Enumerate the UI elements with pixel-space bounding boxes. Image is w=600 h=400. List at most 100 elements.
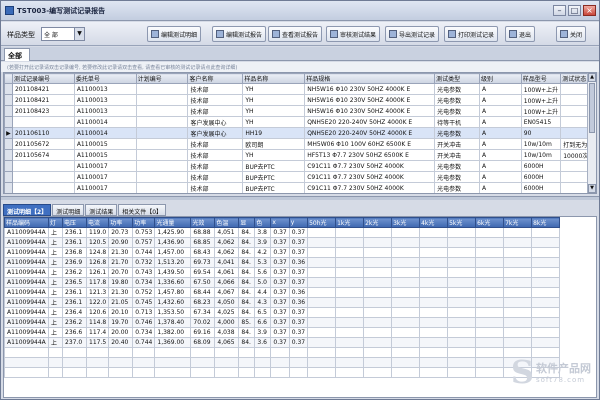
table-cell[interactable] xyxy=(307,367,337,378)
column-header[interactable]: 测试记录编号 xyxy=(11,73,75,84)
table-cell[interactable]: 0.752 xyxy=(132,287,156,298)
table-cell[interactable]: 69.16 xyxy=(190,327,216,338)
table-cell[interactable] xyxy=(62,367,87,378)
table-cell[interactable]: 85. xyxy=(238,317,256,328)
table-cell[interactable] xyxy=(475,247,505,258)
table-cell[interactable]: 上 xyxy=(48,247,63,258)
row-indicator[interactable] xyxy=(4,138,13,150)
table-cell[interactable] xyxy=(288,347,309,358)
table-cell[interactable]: 21.05 xyxy=(108,297,134,308)
table-row[interactable]: A11009944A 上 236.1 120.5 20.90 0.757 1,436.90 6… xyxy=(4,237,561,248)
table-cell[interactable] xyxy=(335,277,365,288)
table-cell[interactable]: 236.4 xyxy=(62,307,87,318)
table-cell[interactable]: YH xyxy=(242,83,306,95)
table-cell[interactable]: A1100017 xyxy=(73,171,137,183)
row-indicator[interactable] xyxy=(4,182,13,193)
table-row[interactable]: A11009944A 上 236.2 114.8 19.70 0.746 1,378.40 7… xyxy=(4,317,561,328)
table-cell[interactable] xyxy=(363,257,393,268)
table-cell[interactable]: 上 xyxy=(48,327,63,338)
table-cell[interactable]: 20.70 xyxy=(108,267,134,278)
table-cell[interactable]: 1,382.00 xyxy=(154,327,192,338)
table-cell[interactable]: 84. xyxy=(238,267,256,278)
table-cell[interactable] xyxy=(363,327,393,338)
table-cell[interactable] xyxy=(12,194,74,195)
table-cell[interactable] xyxy=(475,337,505,348)
table-cell[interactable]: 4,062 xyxy=(214,247,240,258)
table-cell[interactable]: 201108421 xyxy=(11,94,75,106)
table-row[interactable]: A11009944A 上 236.5 117.8 19.80 0.734 1,336.60 6… xyxy=(4,277,561,288)
table-cell[interactable]: YH xyxy=(242,94,306,106)
table-cell[interactable] xyxy=(419,367,449,378)
table-cell[interactable] xyxy=(335,357,365,368)
table-cell[interactable]: 1,353.50 xyxy=(154,307,192,318)
table-cell[interactable]: 0.37 xyxy=(288,267,309,278)
table-cell[interactable]: 0.37 xyxy=(288,247,309,258)
table-cell[interactable]: 69.73 xyxy=(190,257,216,268)
table-row[interactable] xyxy=(4,367,561,378)
table-cell[interactable] xyxy=(85,347,110,358)
table-cell[interactable] xyxy=(475,267,505,278)
table-cell[interactable]: 84. xyxy=(238,327,256,338)
table-cell[interactable] xyxy=(74,194,136,195)
table-cell[interactable] xyxy=(135,182,189,193)
table-cell[interactable] xyxy=(48,367,63,378)
table-cell[interactable] xyxy=(503,317,533,328)
table-cell[interactable] xyxy=(363,227,393,238)
table-cell[interactable]: A11009944A xyxy=(4,337,49,348)
table-cell[interactable]: 光电参数 xyxy=(434,182,480,193)
table-cell[interactable] xyxy=(132,347,156,358)
table-cell[interactable]: 0.37 xyxy=(270,247,290,258)
table-row[interactable]: A11009944A 上 236.1 122.0 21.05 0.745 1,432.60 6… xyxy=(4,297,561,308)
table-cell[interactable]: 4,062 xyxy=(214,237,240,248)
table-cell[interactable] xyxy=(288,357,309,368)
table-cell[interactable] xyxy=(475,317,505,328)
table-cell[interactable]: 1,457.00 xyxy=(154,247,192,258)
table-cell[interactable]: 0.37 xyxy=(270,297,290,308)
column-header[interactable]: 8k光 xyxy=(531,217,561,228)
table-cell[interactable] xyxy=(447,337,477,348)
table-cell[interactable]: 20.10 xyxy=(108,307,134,318)
table-cell[interactable] xyxy=(335,287,365,298)
table-cell[interactable]: 4,025 xyxy=(214,307,240,318)
table-cell[interactable] xyxy=(419,357,449,368)
scroll-up-icon[interactable]: ▲ xyxy=(588,73,596,82)
table-cell[interactable]: A1100014 xyxy=(73,127,137,139)
table-cell[interactable] xyxy=(4,347,49,358)
table-cell[interactable] xyxy=(62,347,87,358)
table-cell[interactable]: A xyxy=(478,138,522,150)
table-cell[interactable]: 6.6 xyxy=(254,317,272,328)
export-test-record-button[interactable]: 导出测试记录 xyxy=(385,26,440,42)
table-cell[interactable] xyxy=(307,357,337,368)
table-cell[interactable]: 光电参数 xyxy=(434,94,480,106)
table-cell[interactable]: 114.8 xyxy=(85,317,110,328)
table-cell[interactable] xyxy=(503,307,533,318)
table-cell[interactable] xyxy=(475,367,505,378)
column-header[interactable]: 功率 xyxy=(108,217,134,228)
table-cell[interactable] xyxy=(288,367,309,378)
table-cell[interactable]: 光电参数 xyxy=(434,83,480,95)
table-cell[interactable] xyxy=(531,337,561,348)
table-cell[interactable] xyxy=(335,337,365,348)
table-row[interactable] xyxy=(4,357,561,368)
table-row[interactable]: A11009944A 上 237.0 117.5 20.40 0.744 1,369.00 6… xyxy=(4,337,561,348)
tab-related-files[interactable]: 相关文件【0】 xyxy=(118,204,167,216)
table-cell[interactable]: 84. xyxy=(238,237,256,248)
table-cell[interactable] xyxy=(307,277,337,288)
table-cell[interactable]: 236.6 xyxy=(62,327,87,338)
table-cell[interactable]: BUP去PTC xyxy=(242,182,306,193)
table-cell[interactable]: 技术部 xyxy=(187,105,244,117)
table-cell[interactable]: 4,061 xyxy=(214,267,240,278)
table-cell[interactable]: 开关冲击 xyxy=(434,149,480,161)
column-header[interactable]: 样品规格 xyxy=(304,73,436,84)
edit-test-detail-button[interactable]: 编辑测试明细 xyxy=(147,26,202,42)
table-cell[interactable]: 4,067 xyxy=(214,287,240,298)
table-cell[interactable] xyxy=(447,357,477,368)
table-cell[interactable]: 20.73 xyxy=(108,227,134,238)
table-cell[interactable] xyxy=(419,347,449,358)
table-cell[interactable]: BUP去PTC xyxy=(242,160,306,172)
table-cell[interactable] xyxy=(108,367,134,378)
table-cell[interactable] xyxy=(447,307,477,318)
table-cell[interactable]: 技术部 xyxy=(187,94,244,106)
table-cell[interactable] xyxy=(132,357,156,368)
table-row[interactable] xyxy=(5,194,596,195)
